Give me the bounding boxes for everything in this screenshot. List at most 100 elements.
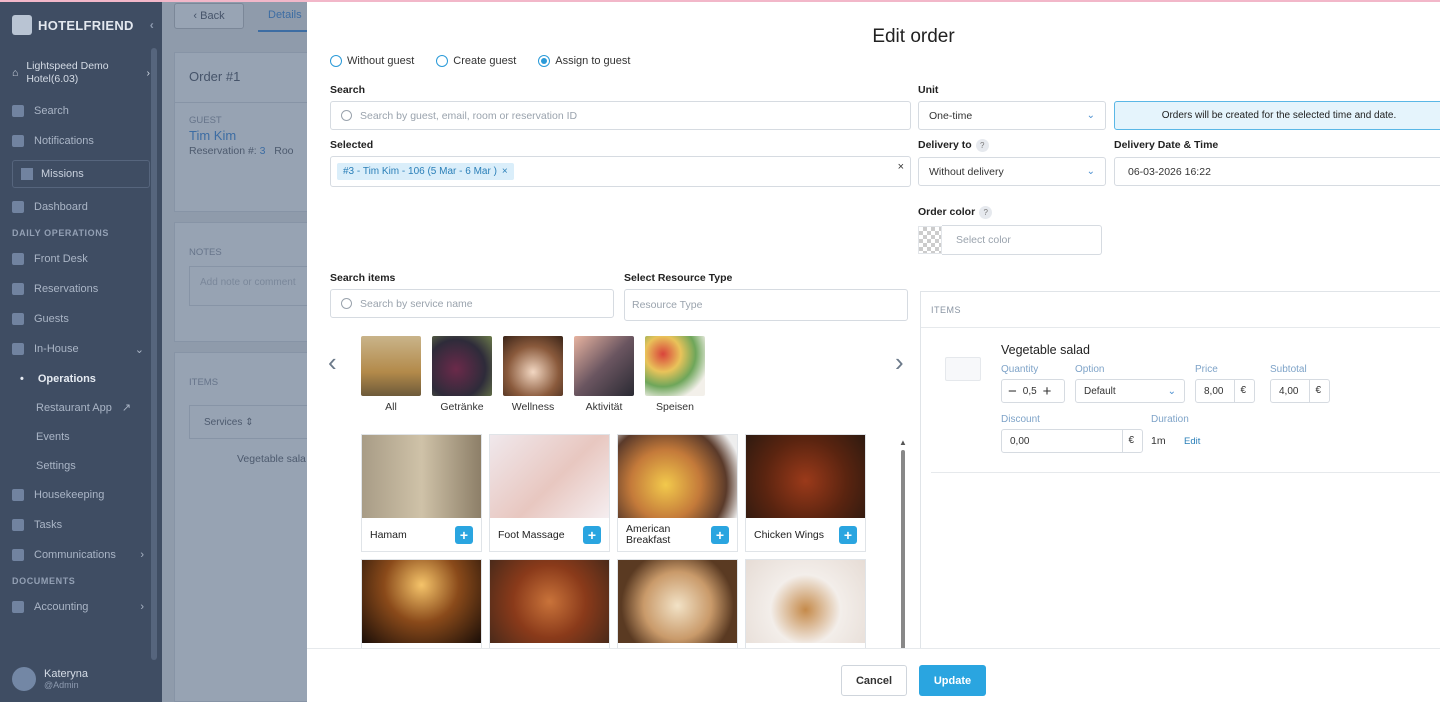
minus-icon[interactable]: − [1002,383,1023,400]
sidebar-item-label: Accounting [34,601,89,613]
sidebar-scrollbar[interactable] [151,48,157,660]
reservation-value[interactable]: 3 [260,145,266,157]
user-menu[interactable]: Kateryna @Admin [0,656,162,702]
item-search-input[interactable]: Search by service name [330,289,614,318]
product-card[interactable] [617,559,738,650]
help-icon[interactable]: ? [975,139,989,152]
hotel-switcher[interactable]: ⌂ Lightspeed Demo Hotel(6.03) › [0,50,162,96]
scroll-thumb[interactable] [901,450,905,650]
selected-guest-field[interactable]: #3 - Tim Kim - 106 (5 Mar - 6 Mar ) × × [330,156,911,187]
sidebar-item-housekeeping[interactable]: Housekeeping [0,480,162,510]
sidebar-item-reservations[interactable]: Reservations [0,274,162,304]
info-message: Orders will be created for the selected … [1114,101,1440,130]
edit-duration-link[interactable]: Edit [1184,436,1200,447]
sidebar-item-label: Communications [34,549,116,561]
carousel-next-icon[interactable]: › [895,347,904,378]
order-color-input[interactable]: Select color [942,225,1102,255]
help-icon[interactable]: ? [979,206,993,219]
radio-assign-to-guest[interactable]: Assign to guest [538,55,630,67]
product-card[interactable] [745,559,866,650]
back-label: Back [200,10,225,22]
category-image [432,336,492,396]
chevron-right-icon: › [140,549,144,561]
user-name: Kateryna [44,668,89,680]
sidebar-item-dashboard[interactable]: Dashboard [0,192,162,222]
product-image [490,435,609,518]
cancel-button[interactable]: Cancel [841,665,907,696]
scroll-up-icon[interactable]: ▲ [899,438,907,447]
sidebar-item-operations[interactable]: • Operations [0,364,162,393]
delivery-to-select[interactable]: Without delivery ⌄ [918,157,1106,186]
unit-value: One-time [929,109,973,122]
sidebar-item-label: Settings [36,459,76,472]
hotel-icon: ⌂ [12,67,19,79]
items-panel-header: ITEMS [921,292,1440,328]
sidebar-item-label: Reservations [34,283,99,295]
quantity-stepper[interactable]: − 0,5 + [1001,379,1065,403]
add-item-icon[interactable]: + [455,526,473,544]
delivery-to-value: Without delivery [929,165,1004,178]
add-item-icon[interactable]: + [583,526,601,544]
sidebar-item-front-desk[interactable]: Front Desk [0,244,162,274]
unit-select[interactable]: One-time ⌄ [918,101,1106,130]
product-card[interactable]: Chicken Wings + [745,434,866,552]
option-select[interactable]: Default ⌄ [1075,379,1185,403]
search-placeholder: Search by guest, email, room or reservat… [360,109,578,122]
sidebar-item-search[interactable]: Search [0,96,162,126]
carousel-prev-icon[interactable]: ‹ [328,347,337,378]
tab-details[interactable]: Details [258,0,312,32]
discount-label: Discount [1001,414,1040,425]
add-item-icon[interactable]: + [839,526,857,544]
resource-type-input[interactable]: Resource Type [624,289,908,321]
radio-without-guest[interactable]: Without guest [330,55,414,67]
product-image [746,435,865,518]
radio-create-guest[interactable]: Create guest [436,55,516,67]
services-header-label: Services [204,416,243,428]
sidebar-item-guests[interactable]: Guests [0,304,162,334]
color-swatch[interactable] [918,226,942,254]
category-getraenke[interactable]: Getränke [432,336,492,413]
section-documents: DOCUMENTS [12,576,76,586]
product-name: Foot Massage [498,528,565,541]
sidebar-item-missions[interactable]: Missions [12,160,150,188]
product-image [746,560,865,643]
room-label: Roo [274,145,294,157]
guest-search-input[interactable]: Search by guest, email, room or reservat… [330,101,911,130]
sidebar-item-communications[interactable]: Communications › [0,540,162,570]
radio-label: Assign to guest [555,55,631,67]
category-aktivitaet[interactable]: Aktivität [574,336,634,413]
duration-value: 1m [1151,435,1166,447]
product-card[interactable] [361,559,482,650]
category-wellness[interactable]: Wellness [503,336,563,413]
product-card[interactable]: American Breakfast + [617,434,738,552]
sidebar-item-tasks[interactable]: Tasks [0,510,162,540]
discount-input[interactable]: 0,00 € [1001,429,1143,453]
delivery-date-input[interactable]: 06-03-2026 16:22 [1114,157,1440,186]
product-card[interactable] [489,559,610,650]
plus-icon[interactable]: + [1037,383,1058,400]
remove-tag-icon[interactable]: × [502,166,508,177]
product-grid-scrollbar[interactable]: ▲ [899,438,907,650]
sidebar-item-notifications[interactable]: Notifications [0,126,162,156]
category-all[interactable]: All [361,336,421,413]
collapse-icon[interactable]: ‹ [150,18,154,32]
quantity-value[interactable]: 0,5 [1023,386,1037,397]
product-card[interactable]: Hamam + [361,434,482,552]
clear-selection-icon[interactable]: × [898,161,904,173]
price-input[interactable]: 8,00 € [1195,379,1255,403]
sidebar-item-settings[interactable]: Settings [0,451,162,480]
back-button[interactable]: ‹ Back [174,3,244,29]
sidebar-item-accounting[interactable]: Accounting › [0,592,162,622]
product-card[interactable]: Foot Massage + [489,434,610,552]
sidebar-item-label: Guests [34,313,69,325]
subtotal-input[interactable]: 4,00 € [1270,379,1330,403]
sidebar-item-restaurant-app[interactable]: Restaurant App ↗ [0,393,162,422]
add-item-icon[interactable]: + [711,526,729,544]
avatar [12,667,36,691]
category-speisen[interactable]: Speisen [645,336,705,413]
sidebar-item-in-house[interactable]: In-House ⌄ [0,334,162,364]
update-button[interactable]: Update [919,665,986,696]
sidebar-item-label: Front Desk [34,253,88,265]
sidebar-item-events[interactable]: Events [0,422,162,451]
radio-label: Create guest [453,55,517,67]
